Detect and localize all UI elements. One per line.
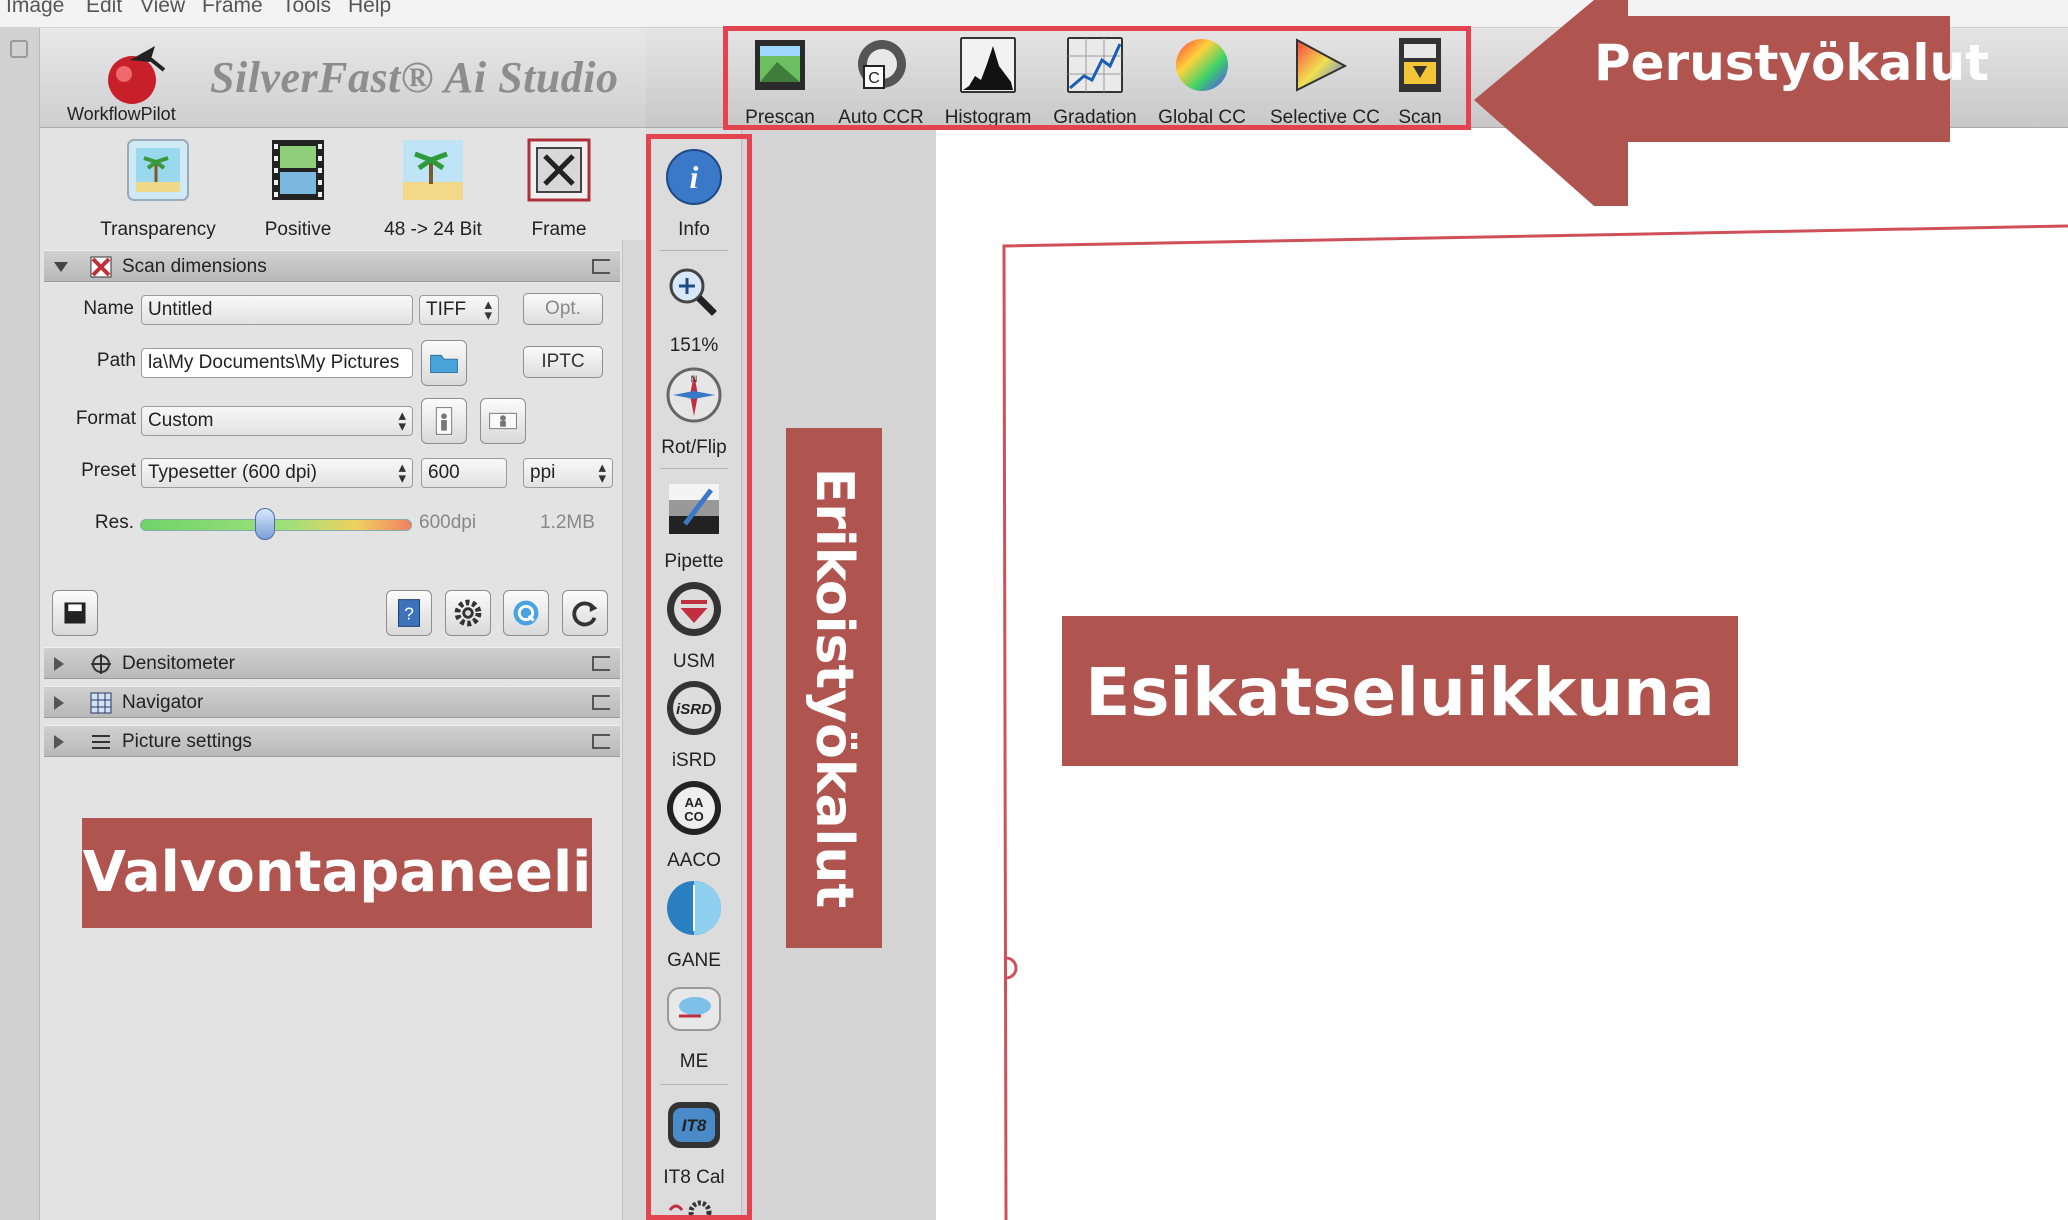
reset-button[interactable]	[562, 590, 608, 636]
preset-label: Preset	[81, 460, 136, 481]
densitometer-title: Densitometer	[122, 653, 235, 674]
path-input[interactable]: la\My Documents\My Pictures	[141, 348, 413, 378]
floppy-disk-icon	[64, 602, 86, 624]
landscape-orientation-button[interactable]	[480, 398, 526, 444]
preview-window-callout: Esikatseluikkuna	[1062, 616, 1738, 766]
svg-text:?: ?	[404, 604, 414, 624]
refresh-icon	[572, 601, 598, 627]
scan-dimensions-icon	[90, 256, 112, 278]
quick-help-button[interactable]	[503, 590, 549, 636]
detach-panel-icon[interactable]	[592, 656, 610, 671]
special-tools-highlight	[646, 134, 752, 1220]
detach-panel-icon[interactable]	[592, 695, 610, 710]
frame-label: Frame	[531, 219, 587, 240]
gear-icon	[454, 599, 482, 627]
file-type-select[interactable]: TIFF ▴ ▾	[419, 295, 499, 325]
help-button[interactable]: ?	[386, 590, 432, 636]
menu-edit[interactable]: Edit	[86, 0, 122, 18]
picture-settings-header[interactable]: Picture settings	[44, 725, 620, 757]
picture-settings-icon	[92, 735, 110, 749]
basic-tools-highlight	[723, 26, 1471, 130]
densitometer-icon	[91, 654, 111, 674]
basic-tools-text: Perustyökalut	[1594, 34, 1990, 92]
app-header: SilverFast® Ai Studio WorkflowPilot	[40, 28, 646, 128]
detach-panel-icon[interactable]	[592, 259, 610, 274]
opt-button[interactable]: Opt.	[523, 293, 603, 325]
navigator-header[interactable]: Navigator	[44, 686, 620, 718]
magnifier-q-icon	[513, 600, 539, 626]
browse-folder-button[interactable]	[421, 340, 467, 386]
unit-select[interactable]: ppi ▴ ▾	[523, 458, 613, 488]
silverfast-logo-icon	[108, 46, 166, 104]
landscape-icon	[489, 412, 517, 430]
resolution-input[interactable]: 600	[421, 458, 507, 488]
select-arrows-icon: ▴ ▾	[398, 459, 406, 487]
select-arrows-icon: ▴ ▾	[398, 407, 406, 435]
frame-button[interactable]: Frame	[494, 138, 624, 241]
expand-triangle-icon[interactable]	[54, 696, 64, 710]
control-panel-text: Valvontapaneeli	[82, 840, 592, 905]
positive-button[interactable]: Positive	[233, 138, 363, 241]
navigator-icon	[90, 692, 112, 714]
portrait-orientation-button[interactable]	[421, 398, 467, 444]
preferences-button[interactable]	[445, 590, 491, 636]
menu-frame[interactable]: Frame	[202, 0, 263, 18]
name-input[interactable]: Untitled	[141, 295, 413, 325]
resolution-slider-thumb[interactable]	[255, 508, 276, 540]
screenshot-stage: Image Edit View Frame Tools Help SilverF…	[0, 0, 2068, 1220]
workflow-pilot-label[interactable]: WorkflowPilot	[67, 104, 176, 125]
save-settings-button[interactable]	[52, 590, 98, 636]
collapse-triangle-icon[interactable]	[54, 262, 68, 272]
file-type-value: TIFF	[426, 299, 467, 320]
picture-settings-title: Picture settings	[122, 731, 252, 752]
res-value: 600dpi	[419, 512, 477, 533]
panel-scrollbar[interactable]	[622, 240, 646, 1220]
bit-depth-button[interactable]: 48 -> 24 Bit	[368, 138, 498, 241]
preset-value: Typesetter (600 dpi)	[148, 462, 317, 483]
format-value: Custom	[148, 410, 214, 431]
iptc-button[interactable]: IPTC	[523, 346, 603, 378]
special-tools-callout: Erikoistyökalut	[786, 428, 882, 948]
expand-triangle-icon[interactable]	[54, 735, 64, 749]
format-label: Format	[75, 408, 136, 429]
preview-window-text: Esikatseluikkuna	[1085, 654, 1715, 731]
select-arrows-icon: ▴ ▾	[484, 296, 492, 324]
unit-value: ppi	[530, 462, 556, 483]
transparency-button[interactable]: Transparency	[93, 138, 223, 241]
scan-dimensions-title: Scan dimensions	[122, 256, 267, 277]
transparency-label: Transparency	[100, 219, 216, 240]
detach-panel-icon[interactable]	[592, 734, 610, 749]
menu-help[interactable]: Help	[348, 0, 391, 18]
file-size: 1.2MB	[540, 512, 595, 533]
path-label: Path	[96, 350, 136, 371]
bit-depth-label: 48 -> 24 Bit	[384, 219, 482, 240]
left-strip	[0, 28, 40, 1220]
bit-depth-icon	[403, 140, 463, 200]
basic-tools-callout: Perustyökalut	[1594, 16, 1990, 142]
positive-label: Positive	[264, 219, 332, 240]
resolution-slider[interactable]	[140, 519, 412, 531]
transparency-icon	[127, 139, 189, 201]
navigator-title: Navigator	[122, 692, 204, 713]
menu-tools[interactable]: Tools	[282, 0, 331, 18]
res-label: Res.	[94, 512, 134, 533]
preset-select[interactable]: Typesetter (600 dpi) ▴ ▾	[141, 458, 413, 488]
menu-image[interactable]: Image	[6, 0, 64, 18]
menu-view[interactable]: View	[140, 0, 185, 18]
special-tools-text: Erikoistyökalut	[804, 467, 864, 909]
help-book-icon: ?	[398, 599, 420, 627]
expand-triangle-icon[interactable]	[54, 657, 64, 671]
portrait-icon	[435, 407, 453, 435]
name-label: Name	[83, 298, 134, 319]
pin-icon[interactable]	[10, 40, 28, 58]
select-arrows-icon: ▴ ▾	[598, 459, 606, 487]
film-strip-icon	[272, 140, 324, 200]
app-brand: SilverFast® Ai Studio	[210, 53, 619, 102]
densitometer-header[interactable]: Densitometer	[44, 647, 620, 679]
control-panel-callout: Valvontapaneeli	[82, 818, 592, 928]
frame-icon	[527, 138, 591, 202]
scan-dimensions-header[interactable]: Scan dimensions	[44, 250, 620, 282]
folder-icon	[430, 354, 458, 374]
format-select[interactable]: Custom ▴ ▾	[141, 406, 413, 436]
